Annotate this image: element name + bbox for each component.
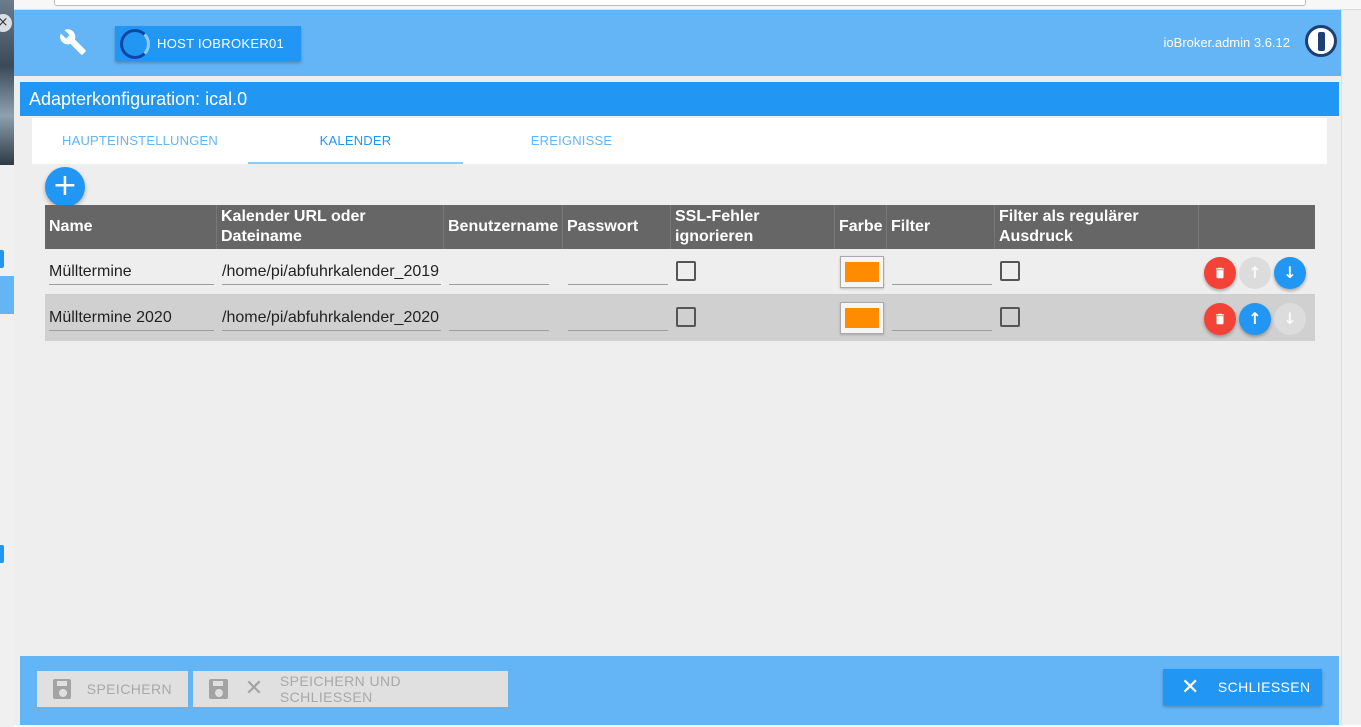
username-field[interactable] [449, 259, 549, 285]
trash-icon [1215, 313, 1225, 325]
delete-button[interactable] [1204, 303, 1236, 335]
footer-bar: SPEICHERN ✕ SPEICHERN UND SCHLIESSEN ✕ S… [20, 656, 1339, 725]
username-field[interactable] [449, 305, 549, 331]
close-button[interactable]: ✕ SCHLIESSEN [1163, 669, 1322, 705]
side-marker-highlight [0, 276, 14, 314]
tab-ereignisse[interactable]: EREIGNISSE [463, 118, 680, 164]
save-button[interactable]: SPEICHERN [37, 671, 188, 707]
table-header: Name Kalender URL oder Dateiname Benutze… [45, 205, 1315, 249]
side-marker [0, 250, 4, 268]
tab-bar: HAUPTEINSTELLUNGEN KALENDER EREIGNISSE [32, 118, 1327, 164]
move-down-button[interactable]: ↓ [1274, 303, 1306, 335]
color-picker[interactable] [840, 256, 884, 288]
address-bar[interactable] [54, 0, 1306, 6]
move-up-button[interactable]: ↑ [1239, 257, 1271, 289]
wrench-icon[interactable] [59, 28, 87, 56]
url-field[interactable]: /home/pi/abfuhrkalender_2020 [222, 305, 441, 331]
host-status-ring-icon [120, 28, 150, 59]
close-icon: ✕ [1181, 674, 1200, 700]
password-field[interactable] [568, 259, 668, 285]
trash-icon [1215, 267, 1225, 279]
window-scrollbar[interactable] [1341, 10, 1361, 725]
arrow-down-icon: ↓ [1283, 309, 1297, 328]
browser-top-edge [14, 0, 1361, 10]
ssl-ignore-checkbox[interactable] [676, 307, 696, 327]
name-field[interactable]: Mülltermine [49, 259, 214, 285]
table-row: Mülltermine 2020 /home/pi/abfuhrkalender… [45, 295, 1315, 341]
add-calendar-button[interactable]: + [45, 167, 85, 207]
host-button-label: HOST IOBROKER01 [157, 36, 285, 51]
side-marker [0, 545, 4, 563]
version-label: ioBroker.admin 3.6.12 [1163, 35, 1290, 50]
close-button-label: SCHLIESSEN [1217, 679, 1311, 695]
save-button-label: SPEICHERN [86, 681, 172, 697]
arrow-up-icon: ↑ [1248, 263, 1262, 282]
iobroker-admin-window: HOST IOBROKER01 ioBroker.admin 3.6.12 Ad… [14, 10, 1341, 725]
close-icon: ✕ [244, 676, 264, 701]
filter-field[interactable] [892, 305, 992, 331]
save-and-close-label: SPEICHERN UND SCHLIESSEN [279, 673, 402, 705]
filter-regex-checkbox[interactable] [1000, 261, 1020, 281]
filter-field[interactable] [892, 259, 992, 285]
iobroker-logo-icon[interactable] [1305, 25, 1337, 57]
filter-regex-checkbox[interactable] [1000, 307, 1020, 327]
column-header-ssl-ignore: SSL-Fehler ignorieren [671, 205, 835, 249]
url-field[interactable]: /home/pi/abfuhrkalender_2019 [222, 259, 441, 285]
name-field[interactable]: Mülltermine 2020 [49, 305, 214, 331]
save-and-close-button[interactable]: ✕ SPEICHERN UND SCHLIESSEN [193, 671, 508, 707]
move-up-button[interactable]: ↑ [1239, 303, 1271, 335]
column-header-username: Benutzername [444, 205, 563, 249]
password-field[interactable] [568, 305, 668, 331]
top-bar: HOST IOBROKER01 ioBroker.admin 3.6.12 [14, 10, 1341, 76]
color-picker[interactable] [840, 302, 884, 334]
column-header-name: Name [45, 205, 217, 249]
column-header-filter-regex: Filter als regulärer Ausdruck [995, 205, 1199, 249]
floppy-disk-icon [209, 679, 229, 699]
column-header-password: Passwort [563, 205, 671, 249]
tab-haupteinstellungen[interactable]: HAUPTEINSTELLUNGEN [32, 118, 248, 164]
ssl-ignore-checkbox[interactable] [676, 261, 696, 281]
column-header-filter: Filter [887, 205, 995, 249]
delete-button[interactable] [1204, 257, 1236, 289]
arrow-down-icon: ↓ [1283, 263, 1297, 282]
desktop-left-strip: × [0, 0, 14, 727]
page-title: Adapterkonfiguration: ical.0 [20, 82, 1339, 116]
table-row: Mülltermine /home/pi/abfuhrkalender_2019… [45, 249, 1315, 295]
host-button[interactable]: HOST IOBROKER01 [115, 26, 301, 61]
tab-kalender[interactable]: KALENDER [248, 118, 463, 164]
floppy-disk-icon [53, 679, 71, 699]
column-header-actions [1199, 205, 1315, 249]
calendar-table: Name Kalender URL oder Dateiname Benutze… [45, 205, 1315, 341]
column-header-url: Kalender URL oder Dateiname [217, 205, 444, 249]
column-header-color: Farbe [835, 205, 887, 249]
arrow-up-icon: ↑ [1248, 309, 1262, 328]
move-down-button[interactable]: ↓ [1274, 257, 1306, 289]
